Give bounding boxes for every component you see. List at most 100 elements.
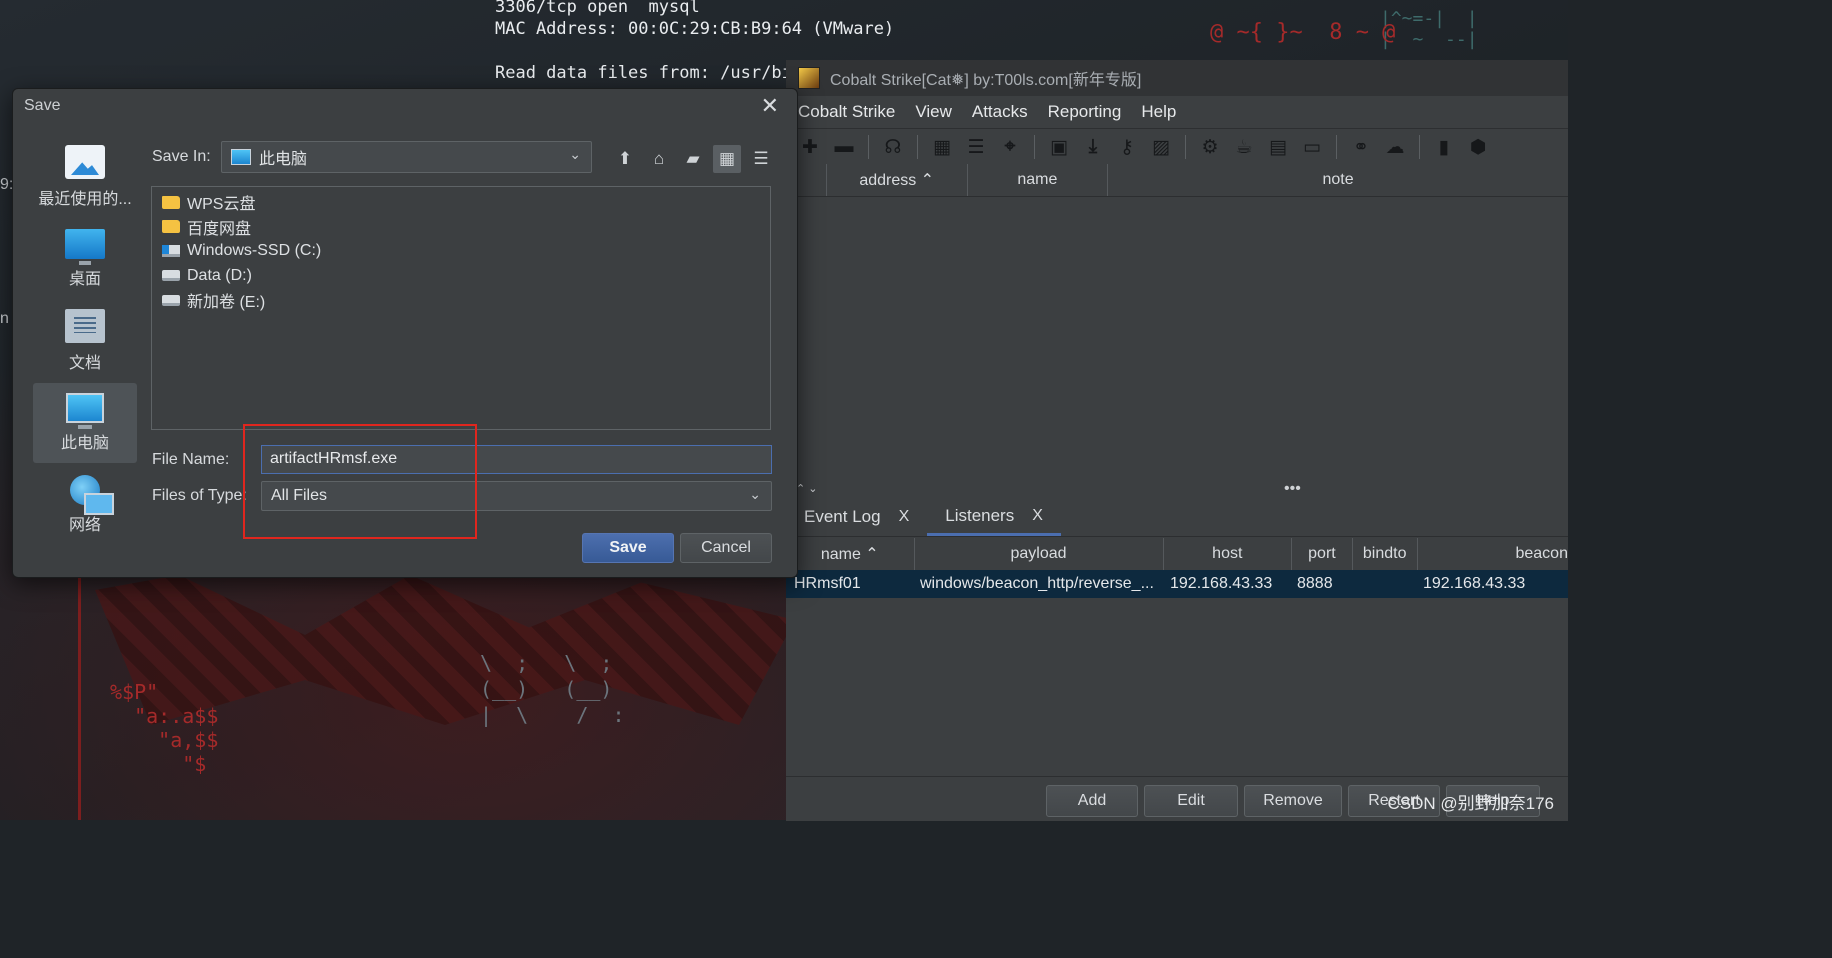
menu-attacks[interactable]: Attacks	[962, 102, 1038, 122]
grid-view-icon[interactable]: ▦	[713, 145, 741, 173]
document-icon[interactable]: ▤	[1264, 134, 1292, 160]
toolbar-separator	[917, 135, 918, 159]
listeners-header-payload[interactable]: payload	[915, 538, 1164, 570]
this-pc-icon	[231, 149, 251, 165]
toolbar-separator	[1034, 135, 1035, 159]
key-icon[interactable]: ⚷	[1113, 134, 1141, 160]
new-folder-icon[interactable]: ▰	[679, 145, 707, 173]
place-network[interactable]: 网络	[33, 465, 137, 545]
file-list[interactable]: WPS云盘 百度网盘 Windows-SSD (C:) Data (D:) 新加…	[151, 186, 771, 430]
list-item[interactable]: Data (D:)	[152, 264, 770, 289]
folder-icon	[162, 195, 180, 209]
files-of-type-dropdown[interactable]: All Files ⌄	[261, 481, 772, 511]
targets-header-name[interactable]: name	[968, 164, 1109, 196]
save-button[interactable]: Save	[582, 533, 674, 563]
file-item-label: Windows-SSD (C:)	[187, 242, 322, 260]
targets-header-note[interactable]: note	[1108, 164, 1568, 196]
listeners-header-port[interactable]: port	[1292, 538, 1353, 570]
file-name-input[interactable]: artifactHRmsf.exe	[261, 445, 772, 474]
terminal-edge-text-2: n	[0, 310, 9, 327]
close-icon[interactable]: X	[899, 508, 910, 526]
home-icon[interactable]: ⌂	[645, 145, 673, 173]
file-item-label: WPS云盘	[187, 196, 256, 214]
place-desktop[interactable]: 桌面	[33, 219, 137, 299]
cancel-button[interactable]: Cancel	[680, 533, 772, 563]
documents-icon	[65, 309, 105, 343]
file-name-label: File Name:	[152, 451, 230, 468]
list-icon[interactable]: ☰	[962, 134, 990, 160]
target-icon[interactable]: ⌖	[996, 134, 1024, 160]
package-icon[interactable]: ⬢	[1464, 134, 1492, 160]
tab-listeners[interactable]: Listeners X	[927, 498, 1061, 536]
list-item[interactable]: Windows-SSD (C:)	[152, 239, 770, 264]
minus-icon[interactable]: ▬	[830, 134, 858, 160]
console-icon[interactable]: ▭	[1298, 134, 1326, 160]
toolbar-separator	[1336, 135, 1337, 159]
screenshot-icon[interactable]: ▨	[1147, 134, 1175, 160]
recent-icon	[65, 145, 105, 179]
pane-splitter[interactable]: ⌃ ⌄ •••	[786, 480, 1568, 498]
pivot-graph-icon[interactable]: ▦	[928, 134, 956, 160]
listeners-header-name[interactable]: name ⌃	[786, 538, 915, 570]
save-in-label: Save In:	[152, 148, 211, 165]
list-view-icon[interactable]: ☰	[747, 145, 775, 173]
listener-payload-cell: windows/beacon_http/reverse_...	[920, 575, 1154, 592]
list-item[interactable]: WPS云盘	[152, 190, 770, 215]
close-icon[interactable]: ✕	[761, 93, 779, 119]
table-row[interactable]: HRmsf01 windows/beacon_http/reverse_... …	[786, 570, 1568, 598]
file-item-label: Data (D:)	[187, 266, 252, 284]
targets-header-address[interactable]: address ⌃	[827, 164, 968, 196]
listener-beacon-cell: 192.168.43.33	[1423, 575, 1526, 592]
cobalt-window-title: Cobalt Strike[Cat❅] by:T00ls.com[新年专版]	[830, 72, 1142, 89]
gear-icon[interactable]: ⚙	[1196, 134, 1224, 160]
listener-name-cell: HRmsf01	[794, 575, 861, 592]
remove-button[interactable]: Remove	[1244, 785, 1342, 817]
up-folder-icon[interactable]: ⬆	[611, 145, 639, 173]
chevron-down-icon: ⌄	[749, 486, 761, 502]
place-recent[interactable]: 最近使用的...	[33, 137, 137, 217]
place-documents[interactable]: 文档	[33, 301, 137, 381]
list-item[interactable]: 新加卷 (E:)	[152, 288, 770, 313]
listeners-header-beacon[interactable]: beacon	[1418, 538, 1568, 570]
edit-button[interactable]: Edit	[1144, 785, 1238, 817]
menu-cobalt-strike[interactable]: Cobalt Strike	[786, 102, 905, 122]
headphones-icon[interactable]: ☊	[879, 134, 907, 160]
add-button[interactable]: Add	[1046, 785, 1138, 817]
link-icon[interactable]: ⚭	[1347, 134, 1375, 160]
file-item-label: 新加卷 (E:)	[187, 294, 266, 312]
splitter-handle-icon[interactable]: •••	[1284, 480, 1301, 498]
files-of-type-value: All Files	[271, 487, 328, 504]
splitter-arrows-icon[interactable]: ⌃ ⌄	[796, 482, 818, 495]
close-icon[interactable]: X	[1032, 507, 1043, 525]
tab-event-log-label: Event Log	[804, 507, 881, 526]
listeners-header-bindto[interactable]: bindto	[1353, 538, 1418, 570]
watermark: CSDN @别野加奈176	[1387, 794, 1554, 813]
credentials-icon[interactable]: ▣	[1045, 134, 1073, 160]
cloud-icon[interactable]: ☁	[1381, 134, 1409, 160]
save-in-dropdown[interactable]: 此电脑 ⌄	[221, 141, 592, 173]
chevron-down-icon: ⌄	[569, 146, 581, 162]
toolbar-separator	[1185, 135, 1186, 159]
menu-reporting[interactable]: Reporting	[1038, 102, 1132, 122]
cobalt-app-icon	[798, 67, 820, 89]
toolbar-separator	[1419, 135, 1420, 159]
file-item-label: 百度网盘	[187, 220, 252, 238]
toolbar: ✚ ▬ ☊ ▦ ☰ ⌖ ▣ ⤓ ⚷ ▨ ⚙ ☕ ▤ ▭ ⚭ ☁ ▮ ⬢	[786, 129, 1568, 166]
place-this-pc[interactable]: 此电脑	[33, 383, 137, 463]
menu-view[interactable]: View	[905, 102, 962, 122]
folder-icon	[162, 220, 180, 234]
menu-help[interactable]: Help	[1131, 102, 1186, 122]
listeners-header-host[interactable]: host	[1164, 538, 1293, 570]
plus-icon[interactable]: ✚	[796, 134, 824, 160]
coffee-icon[interactable]: ☕	[1230, 134, 1258, 160]
targets-table-body[interactable]	[786, 197, 1568, 487]
book-icon[interactable]: ▮	[1430, 134, 1458, 160]
listeners-table-header: name ⌃ payload host port bindto beacon	[786, 538, 1568, 571]
drive-icon	[162, 270, 180, 282]
cobalt-strike-window: Cobalt Strike[Cat❅] by:T00ls.com[新年专版] C…	[786, 60, 1568, 821]
tab-event-log[interactable]: Event Log X	[786, 498, 927, 536]
drive-icon	[162, 294, 180, 306]
places-sidebar: 最近使用的... 桌面 文档 此电脑 网络	[33, 137, 137, 547]
download-icon[interactable]: ⤓	[1079, 134, 1107, 160]
list-item[interactable]: 百度网盘	[152, 215, 770, 240]
